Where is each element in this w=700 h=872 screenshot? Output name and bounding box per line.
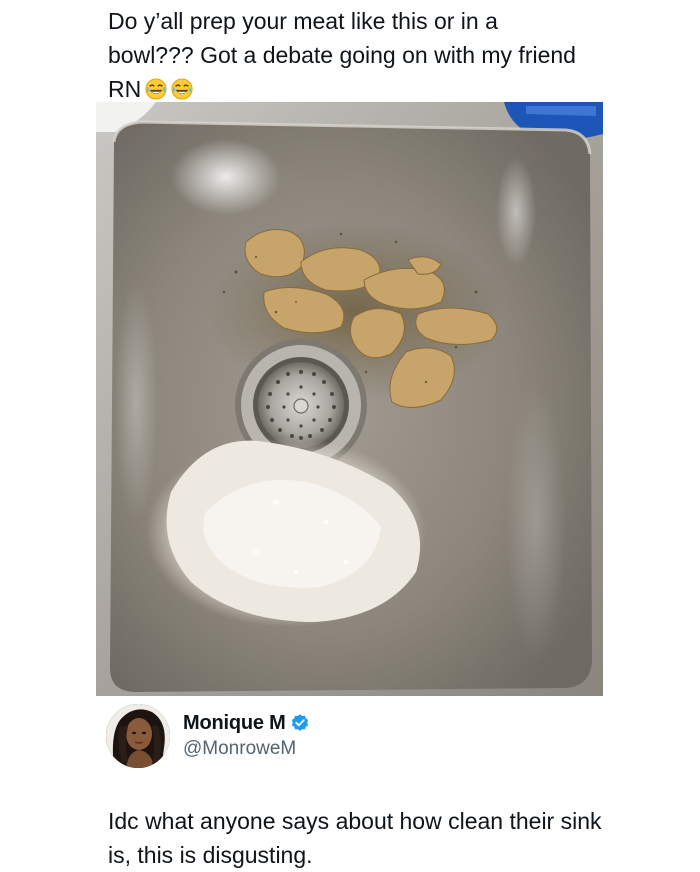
- post-photo[interactable]: [96, 102, 603, 696]
- reply-text: Idc what anyone says about how clean the…: [108, 808, 602, 868]
- sink-photo-illustration: [96, 102, 603, 696]
- verified-badge-icon: [291, 714, 308, 731]
- display-name-row: Monique M: [183, 710, 310, 736]
- face-with-tears-of-joy-icon: [171, 78, 193, 100]
- avatar[interactable]: [106, 704, 170, 768]
- avatar-portrait-illustration: [106, 704, 170, 768]
- reply-author[interactable]: Monique M @MonroweM: [106, 704, 586, 770]
- face-with-tears-of-joy-icon: [145, 78, 167, 100]
- display-name[interactable]: Monique M: [183, 712, 286, 735]
- quoted-post-text-block: Do y’all prep your meat like this or in …: [108, 4, 578, 106]
- user-handle[interactable]: @MonroweM: [183, 738, 296, 760]
